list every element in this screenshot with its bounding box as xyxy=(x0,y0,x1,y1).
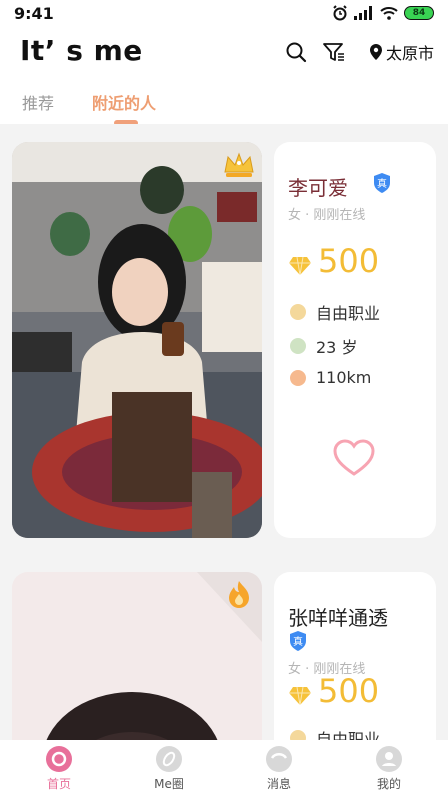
vip-crown-icon xyxy=(224,152,254,177)
distance-row: 110km xyxy=(290,368,371,387)
bottom-nav: 首页 Me圈 消息 我的 xyxy=(0,740,448,798)
coin-count: 500 xyxy=(318,242,380,280)
user-info-card[interactable]: 张咩咩通透 真 女 · 刚刚在线 500 自由职业 xyxy=(274,572,436,740)
tab-nearby[interactable]: 附近的人 xyxy=(92,90,156,114)
briefcase-icon xyxy=(290,304,306,320)
tab-recommend[interactable]: 推荐 xyxy=(22,90,54,114)
search-icon[interactable] xyxy=(284,40,308,64)
occupation-row: 自由职业 xyxy=(290,300,380,324)
status-time: 9:41 xyxy=(14,4,54,23)
app-title: It’ s me xyxy=(20,34,143,67)
verified-badge-icon: 真 xyxy=(374,173,390,193)
age-row: 23 岁 xyxy=(290,334,357,358)
nav-messages-label: 消息 xyxy=(266,777,291,791)
battery-icon: 84 xyxy=(404,6,434,20)
location-dot-icon xyxy=(290,369,306,386)
location-pin-icon xyxy=(369,44,382,60)
profile-icon xyxy=(376,746,402,772)
user-photo[interactable] xyxy=(12,572,262,740)
user-name: 张咩咩通透 xyxy=(288,606,388,630)
distance-value: 110km xyxy=(316,368,372,387)
coin-count: 500 xyxy=(318,672,380,710)
status-icons: 84 xyxy=(332,5,434,21)
home-icon xyxy=(46,746,72,772)
nav-me-circle[interactable]: Me圈 xyxy=(139,746,199,792)
nav-profile-label: 我的 xyxy=(376,777,401,791)
age-value: 23 岁 xyxy=(316,338,358,357)
filter-icon[interactable] xyxy=(322,40,346,64)
briefcase-icon xyxy=(290,730,306,740)
moments-icon xyxy=(156,746,182,772)
city-label: 太原市 xyxy=(385,44,434,63)
nav-home[interactable]: 首页 xyxy=(29,746,89,792)
user-name: 李可爱 xyxy=(288,176,348,200)
wifi-icon xyxy=(380,7,398,20)
user-status: 女 · 刚刚在线 xyxy=(288,208,366,223)
nav-messages[interactable]: 消息 xyxy=(249,746,309,792)
nav-home-label: 首页 xyxy=(46,777,71,791)
svg-text:真: 真 xyxy=(377,177,387,190)
message-icon xyxy=(266,746,292,772)
vip-flame-icon xyxy=(229,581,249,608)
diamond-icon xyxy=(289,256,311,276)
nearby-feed[interactable]: 李可爱 真 女 · 刚刚在线 500 自由职业 23 岁 110km 张咩咩通透 xyxy=(0,124,448,740)
diamond-icon xyxy=(289,686,311,706)
alarm-icon xyxy=(333,5,347,21)
occupation-value: 自由职业 xyxy=(316,730,381,740)
user-photo[interactable] xyxy=(12,142,262,538)
app-header: It’ s me 太原市 xyxy=(0,28,448,76)
feed-tabs: 推荐 附近的人 xyxy=(0,84,448,126)
nav-profile[interactable]: 我的 xyxy=(359,746,419,792)
person-icon xyxy=(290,338,306,354)
verified-badge-icon: 真 xyxy=(290,631,306,651)
user-info-card[interactable]: 李可爱 真 女 · 刚刚在线 500 自由职业 23 岁 110km xyxy=(274,142,436,538)
svg-text:真: 真 xyxy=(293,635,303,648)
like-heart-icon[interactable] xyxy=(332,438,376,478)
nav-me-circle-label: Me圈 xyxy=(154,777,184,791)
signal-icon xyxy=(354,6,372,20)
occupation-value: 自由职业 xyxy=(316,304,381,323)
location-selector[interactable]: 太原市 xyxy=(369,40,434,64)
occupation-row: 自由职业 xyxy=(290,726,380,740)
status-bar: 9:41 84 xyxy=(0,0,448,28)
photo-illustration xyxy=(12,142,262,538)
